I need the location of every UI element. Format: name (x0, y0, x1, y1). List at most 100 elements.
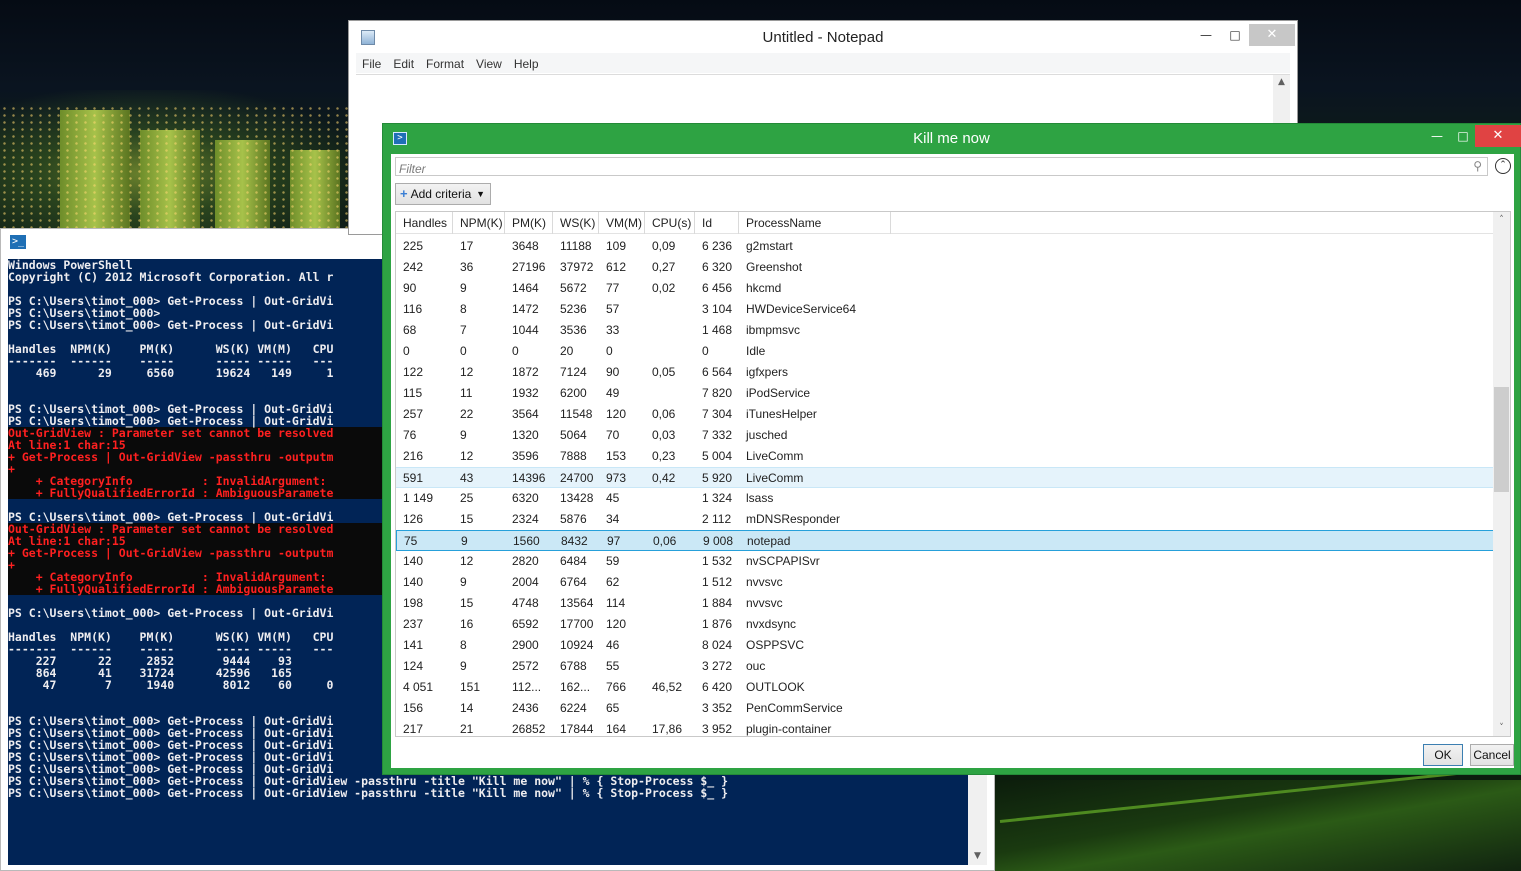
cell-pm: 1932 (512, 386, 539, 400)
column-header-handles[interactable]: Handles (396, 212, 453, 234)
cell-cpu (645, 698, 695, 719)
search-icon[interactable]: ⚲ (1473, 159, 1482, 173)
menu-edit[interactable]: Edit (387, 54, 420, 74)
scroll-up-icon[interactable]: ˄ (1493, 213, 1510, 227)
cell-pm: 2436 (512, 701, 539, 715)
column-header-pm[interactable]: PM(K) (505, 212, 553, 234)
table-scrollbar[interactable]: ˄ ˅ (1493, 212, 1510, 736)
cell-ws: 13428 (560, 491, 594, 505)
scroll-down-icon[interactable]: ˅ (1493, 721, 1510, 735)
powershell-icon[interactable]: >_ (10, 235, 26, 249)
cell-processname: nvxdsync (746, 617, 797, 631)
table-row[interactable]: 76 9 1320 5064 70 0,03 7 332 jusched (396, 425, 1494, 446)
cell-npm: 0 (460, 344, 467, 358)
table-row[interactable]: 216 12 3596 7888 153 0,23 5 004 LiveComm (396, 446, 1494, 467)
table-row[interactable]: 75 9 1560 8432 97 0,06 9 008 notepad (396, 530, 1494, 551)
column-header-processname[interactable]: ProcessName (739, 212, 891, 234)
cell-handles: 242 (403, 260, 424, 274)
table-row[interactable]: 242 36 27196 37972 612 0,27 6 320 Greenshot (396, 257, 1494, 278)
cell-processname: ibmpmsvc (746, 323, 801, 337)
add-criteria-label: Add criteria (410, 187, 472, 201)
minimize-button[interactable]: — (1192, 24, 1220, 46)
cell-handles: 0 (403, 344, 410, 358)
menu-help[interactable]: Help (508, 54, 545, 74)
table-row[interactable]: 115 11 1932 6200 49 7 820 iPodService (396, 383, 1494, 404)
cell-handles: 68 (403, 323, 417, 337)
scrollbar-thumb[interactable] (1494, 387, 1509, 492)
cell-handles: 115 (403, 386, 423, 400)
cell-pm: 2004 (512, 575, 539, 589)
table-row[interactable]: 225 17 3648 11188 109 0,09 6 236 g2mstart (396, 236, 1494, 257)
cell-pm: 2820 (512, 554, 539, 568)
cell-pm: 6320 (512, 491, 539, 505)
cell-vm: 65 (606, 701, 620, 715)
table-row[interactable]: 198 15 4748 13564 114 1 884 nvvsvc (396, 593, 1494, 614)
scroll-up-icon[interactable]: ▲ (1273, 75, 1290, 89)
cell-ws: 11188 (560, 239, 592, 253)
close-button[interactable]: ✕ (1249, 24, 1295, 46)
gridview-window[interactable]: > Kill me now — □ ✕ ⚲ ⌃ +Add criteria ▼ … (382, 123, 1521, 775)
cell-npm: 9 (461, 534, 468, 548)
cell-processname: OSPPSVC (746, 638, 805, 652)
cell-ws: 6200 (560, 386, 587, 400)
gridview-titlebar[interactable]: > Kill me now — □ ✕ (383, 124, 1521, 154)
table-row[interactable]: 90 9 1464 5672 77 0,02 6 456 hkcmd (396, 278, 1494, 299)
table-row[interactable]: 68 7 1044 3536 33 1 468 ibmpmsvc (396, 320, 1494, 341)
table-row[interactable]: 140 12 2820 6484 59 1 532 nvSCPAPISvr (396, 551, 1494, 572)
cell-vm: 45 (606, 491, 620, 505)
table-row[interactable]: 4 051 151 112... 162... 766 46,52 6 420 OUTLOOK (396, 677, 1494, 698)
column-header-npm[interactable]: NPM(K) (453, 212, 505, 234)
cell-id: 7 304 (702, 407, 733, 421)
table-row[interactable]: 140 9 2004 6764 62 1 512 nvvsvc (396, 572, 1494, 593)
cell-cpu: 46,52 (652, 680, 683, 694)
cell-npm: 16 (460, 617, 474, 631)
cell-id: 1 324 (702, 491, 733, 505)
column-header-cpu[interactable]: CPU(s) (645, 212, 695, 234)
cell-pm: 1044 (512, 323, 539, 337)
table-row[interactable]: 116 8 1472 5236 57 3 104 HWDeviceService64 (396, 299, 1494, 320)
process-table[interactable]: Handles NPM(K) PM(K) WS(K) VM(M) CPU(s) Id Proc… (395, 211, 1511, 737)
filter-box[interactable]: ⚲ (395, 157, 1488, 178)
menu-format[interactable]: Format (420, 54, 470, 74)
cell-id: 2 112 (702, 512, 732, 526)
table-row[interactable]: 124 9 2572 6788 55 3 272 ouc (396, 656, 1494, 677)
scroll-down-icon[interactable]: ▼ (968, 849, 987, 863)
cell-handles: 156 (403, 701, 424, 715)
menu-view[interactable]: View (470, 54, 508, 74)
maximize-button[interactable]: □ (1221, 24, 1249, 46)
table-row[interactable]: 141 8 2900 10924 46 8 024 OSPPSVC (396, 635, 1494, 656)
table-row[interactable]: 1 149 25 6320 13428 45 1 324 lsass (396, 488, 1494, 509)
column-header-vm[interactable]: VM(M) (599, 212, 645, 234)
table-row[interactable]: 237 16 6592 17700 120 1 876 nvxdsync (396, 614, 1494, 635)
cell-vm: 57 (606, 302, 620, 316)
cell-vm: 46 (606, 638, 620, 652)
minimize-button[interactable]: — (1423, 125, 1451, 147)
cancel-button[interactable]: Cancel (1470, 744, 1514, 766)
column-header-id[interactable]: Id (695, 212, 739, 234)
notepad-titlebar[interactable]: Untitled - Notepad — □ ✕ (349, 21, 1297, 53)
table-row[interactable]: 591 43 14396 24700 973 0,42 5 920 LiveComm (396, 467, 1494, 488)
table-row[interactable]: 257 22 3564 11548 120 0,06 7 304 iTunesHelper (396, 404, 1494, 425)
cell-ws: 24700 (560, 471, 594, 485)
cell-handles: 217 (403, 722, 424, 736)
add-criteria-button[interactable]: + Add criteria ▼ (395, 183, 491, 205)
collapse-icon[interactable]: ⌃ (1495, 158, 1511, 174)
table-row[interactable]: 217 21 26852 17844 164 17,86 3 952 plugin-conta… (396, 719, 1494, 736)
maximize-button[interactable]: □ (1449, 125, 1477, 147)
table-row[interactable]: 0 0 0 20 0 0 Idle (396, 341, 1494, 362)
column-header-ws[interactable]: WS(K) (553, 212, 599, 234)
cell-pm: 14396 (512, 471, 546, 485)
filter-input[interactable] (396, 160, 1456, 178)
table-row[interactable]: 126 15 2324 5876 34 2 112 mDNSResponder (396, 509, 1494, 530)
cell-cpu (645, 572, 695, 593)
cell-processname: HWDeviceService64 (746, 302, 857, 316)
menu-file[interactable]: File (356, 54, 387, 74)
cell-cpu: 0,06 (652, 407, 676, 421)
cell-processname: mDNSResponder (746, 512, 841, 526)
cell-npm: 12 (460, 449, 474, 463)
ok-button[interactable]: OK (1423, 744, 1463, 766)
close-button[interactable]: ✕ (1475, 125, 1521, 147)
table-row[interactable]: 156 14 2436 6224 65 3 352 PenCommService (396, 698, 1494, 719)
table-row[interactable]: 122 12 1872 7124 90 0,05 6 564 igfxpers (396, 362, 1494, 383)
cell-ws: 6764 (560, 575, 587, 589)
